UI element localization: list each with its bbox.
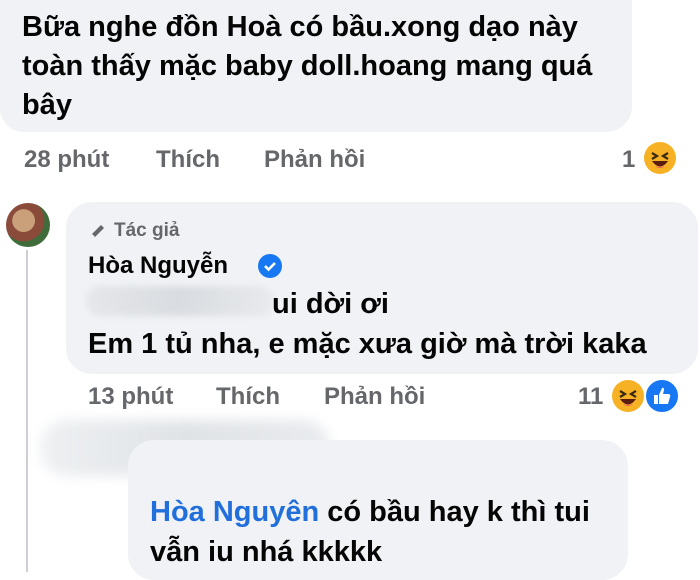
- author-name[interactable]: Hòa Nguyễn: [88, 252, 228, 280]
- like-icon[interactable]: [644, 378, 680, 414]
- author-badge: Tác giả: [88, 220, 179, 242]
- comment-text-line2: vẫn iu nhá kkkkk: [150, 536, 383, 568]
- author-badge-label: Tác giả: [114, 220, 180, 241]
- reply-actions: 13 phút Thích Phản hồi: [88, 383, 508, 413]
- pencil-icon: [91, 224, 104, 238]
- reply-bubble: Tác giả Hòa Nguyễn ui dời ơi Em 1 tủ nha…: [66, 202, 698, 374]
- verified-icon: [258, 254, 282, 278]
- reply-text-line2: Em 1 tủ nha, e mặc xưa giờ mà trời kaka: [88, 328, 647, 360]
- avatar[interactable]: [6, 203, 50, 247]
- thread-line: [26, 250, 28, 572]
- reaction-count[interactable]: 11: [578, 383, 603, 411]
- comment-text-rest: có bầu hay k thì tui: [319, 496, 590, 528]
- reply-text-line1: ui dời ơi: [272, 288, 389, 320]
- comment-time[interactable]: 28 phút: [24, 146, 109, 174]
- reply-button[interactable]: Phản hồi: [264, 146, 365, 174]
- like-button[interactable]: Thích: [216, 383, 280, 411]
- reaction-count[interactable]: 1: [622, 146, 635, 174]
- mention-link[interactable]: Hòa Nguyên: [150, 496, 319, 528]
- comment-actions: 28 phút Thích Phản hồi: [24, 146, 444, 176]
- comment-text-line1: Hòa Nguyên có bầu hay k thì tui: [150, 496, 590, 529]
- blurred-text: [86, 286, 274, 316]
- reply-button[interactable]: Phản hồi: [324, 383, 425, 411]
- comment-bubble: Hòa Nguyên có bầu hay k thì tui vẫn iu n…: [128, 440, 628, 580]
- like-button[interactable]: Thích: [156, 146, 220, 174]
- comment-bubble: Bữa nghe đồn Hoà có bầu.xong dạo này toà…: [0, 0, 632, 132]
- reply-time[interactable]: 13 phút: [88, 383, 173, 411]
- haha-icon[interactable]: [644, 142, 676, 174]
- comment-text: Bữa nghe đồn Hoà có bầu.xong dạo này toà…: [22, 11, 593, 121]
- haha-icon[interactable]: [612, 380, 644, 412]
